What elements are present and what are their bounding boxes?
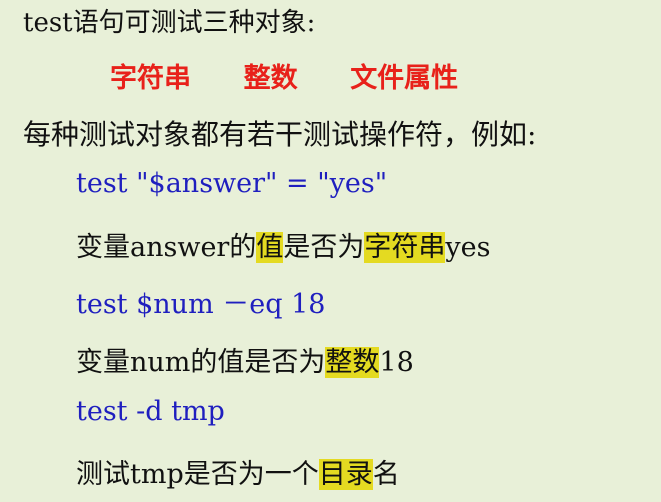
operators-intro-text: 每种测试对象都有若干测试操作符，例如:: [23, 118, 537, 151]
example-description-2: 变量num的值是否为整数18: [76, 340, 414, 379]
example-command-3: test -d tmp: [76, 396, 225, 427]
intro-text: test语句可测试三种对象:: [23, 8, 316, 38]
desc-highlight: 整数: [325, 347, 380, 378]
object-file-attribute: 文件属性: [350, 63, 459, 94]
desc-text: 测试tmp是否为一个: [76, 459, 319, 490]
object-string: 字符串: [110, 63, 191, 94]
desc-text: 18: [379, 347, 414, 378]
desc-text: 变量answer的: [76, 232, 257, 263]
desc-text: 是否为: [283, 232, 365, 263]
example-description-3: 测试tmp是否为一个目录名: [76, 452, 400, 491]
desc-text: 名: [372, 459, 400, 490]
object-integer: 整数: [243, 63, 298, 94]
example-command-1: test "$answer" = "yes": [76, 168, 388, 199]
desc-highlight: 字符串: [364, 232, 446, 263]
example-command-2: test $num －eq 18: [76, 289, 326, 320]
test-object-types: 字符串 整数 文件属性: [110, 56, 502, 95]
desc-text: 变量num的值是否为: [76, 347, 326, 378]
desc-highlight: 目录: [318, 459, 373, 490]
example-description-1: 变量answer的值是否为字符串yes: [76, 225, 490, 264]
desc-highlight: 值: [256, 232, 284, 263]
desc-text: yes: [445, 232, 491, 263]
